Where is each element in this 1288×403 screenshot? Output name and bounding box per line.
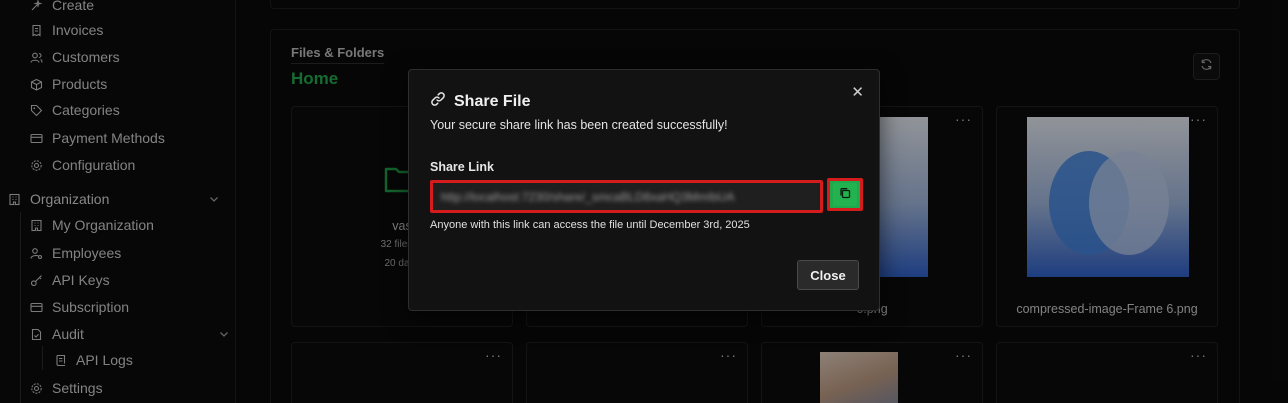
dialog-subtitle: Your secure share link has been created …: [430, 118, 728, 132]
close-button[interactable]: Close: [797, 260, 859, 290]
dialog-title: Share File: [454, 92, 531, 110]
copy-button-inner: [833, 183, 857, 206]
link-icon: [430, 91, 446, 112]
dialog-title-row: Share File: [430, 91, 530, 112]
share-link-label: Share Link: [430, 160, 494, 174]
share-file-dialog: ✕ Share File Your secure share link has …: [408, 69, 880, 311]
share-link-input[interactable]: [441, 189, 812, 204]
copy-icon: [839, 186, 851, 204]
close-icon[interactable]: ✕: [851, 83, 864, 101]
share-link-field[interactable]: [430, 180, 823, 213]
copy-link-button[interactable]: [827, 178, 863, 211]
expiry-note: Anyone with this link can access the fil…: [430, 219, 750, 231]
